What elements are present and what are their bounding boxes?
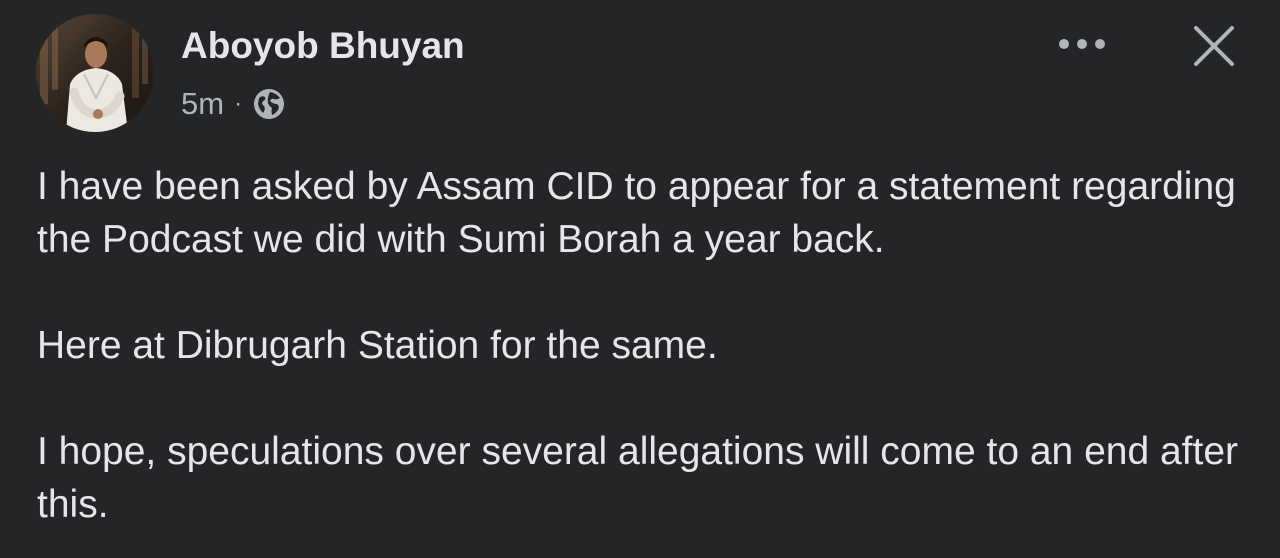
post-text: I have been asked by Assam CID to appear… [37, 160, 1262, 531]
avatar[interactable] [36, 14, 154, 132]
post-paragraph: I have been asked by Assam CID to appear… [37, 165, 1236, 261]
more-horizontal-icon [1059, 39, 1105, 49]
profile-photo [36, 14, 154, 132]
post-meta: 5m · [181, 84, 286, 124]
close-button[interactable] [1188, 20, 1240, 72]
close-icon [1194, 26, 1234, 66]
post-card: Aboyob Bhuyan 5m · I have been asked by … [0, 0, 1280, 558]
post-timestamp[interactable]: 5m [181, 86, 224, 122]
post-paragraph: Here at Dibrugarh Station for the same. [37, 324, 718, 367]
post-paragraph: I hope, speculations over several allega… [37, 430, 1239, 526]
meta-separator: · [234, 90, 243, 117]
more-options-button[interactable] [1052, 26, 1112, 62]
globe-icon[interactable] [252, 87, 286, 121]
author-name[interactable]: Aboyob Bhuyan [181, 25, 465, 67]
